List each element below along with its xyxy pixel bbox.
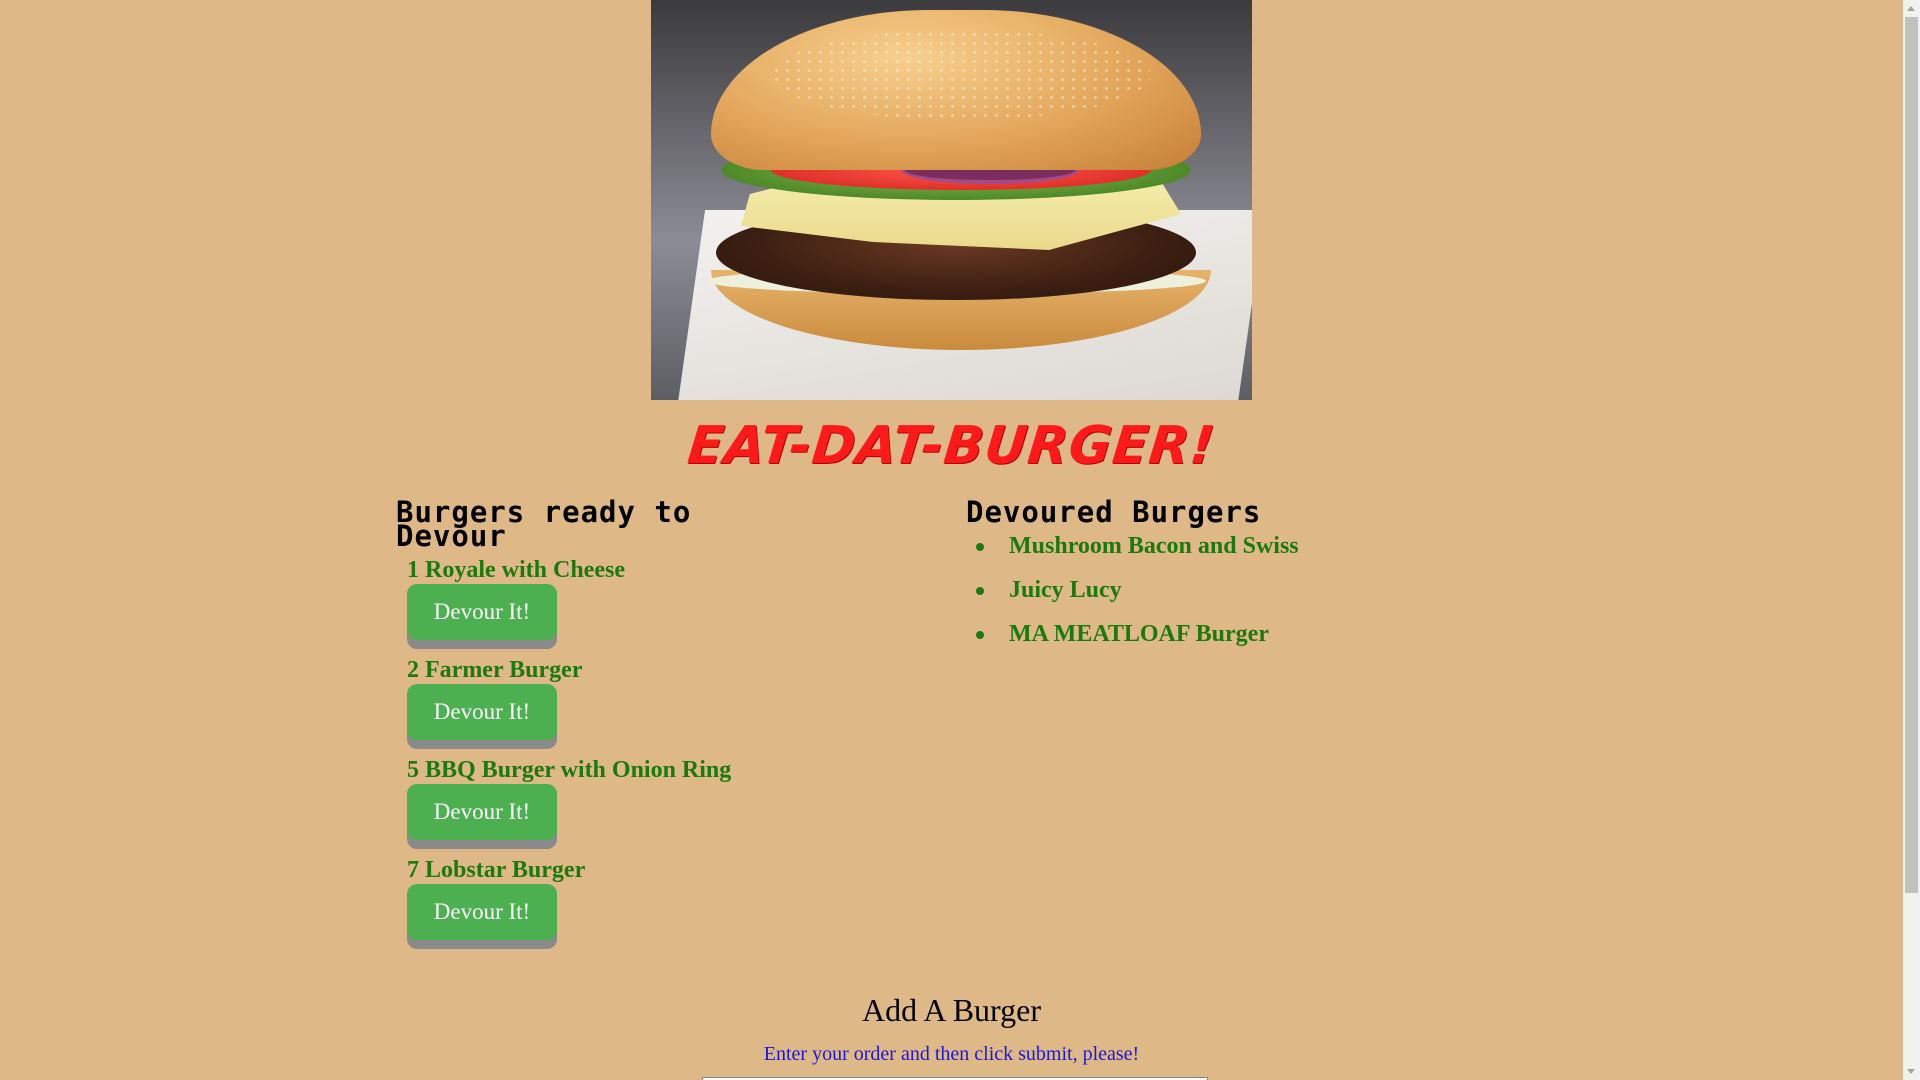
- ready-burger-item: 5 BBQ Burger with Onion Ring Devour It!: [407, 756, 907, 856]
- burger-label: 2 Farmer Burger: [407, 657, 583, 683]
- devour-button[interactable]: Devour It!: [407, 684, 557, 740]
- devour-button[interactable]: Devour It!: [407, 884, 557, 940]
- ready-section-title: Burgers ready to Devour: [396, 495, 692, 553]
- ready-burger-list: 1 Royale with Cheese Devour It! 2 Farmer…: [407, 556, 907, 956]
- devour-button[interactable]: Devour It!: [407, 784, 557, 840]
- ready-burger-item: 1 Royale with Cheese Devour It!: [407, 556, 907, 656]
- bullet-icon: [976, 543, 984, 551]
- ready-burger-item: 2 Farmer Burger Devour It!: [407, 656, 907, 756]
- devoured-burger-item: MA MEATLOAF Burger: [966, 614, 1299, 658]
- devoured-burger-label: Mushroom Bacon and Swiss: [1009, 533, 1299, 559]
- devoured-burger-label: MA MEATLOAF Burger: [1009, 621, 1269, 647]
- scroll-thumb[interactable]: [1905, 17, 1918, 893]
- bullet-icon: [976, 587, 984, 595]
- burger-label: 7 Lobstar Burger: [407, 857, 586, 883]
- burger-label: 5 BBQ Burger with Onion Ring: [407, 757, 732, 783]
- burger-label: 1 Royale with Cheese: [407, 557, 625, 583]
- vertical-scrollbar[interactable]: [1903, 0, 1920, 1080]
- ready-burger-item: 7 Lobstar Burger Devour It!: [407, 856, 907, 956]
- page: EAT-DAT-BURGER! Burgers ready to Devour …: [0, 0, 1903, 1080]
- devoured-burger-list: Mushroom Bacon and Swiss Juicy Lucy MA M…: [966, 526, 1299, 658]
- devoured-burger-item: Mushroom Bacon and Swiss: [966, 526, 1299, 570]
- devoured-burger-item: Juicy Lucy: [966, 570, 1299, 614]
- devour-button[interactable]: Devour It!: [407, 584, 557, 640]
- devoured-burger-label: Juicy Lucy: [1009, 577, 1122, 603]
- page-title: EAT-DAT-BURGER!: [684, 416, 1219, 476]
- scroll-down-arrow-icon[interactable]: [1907, 1069, 1915, 1074]
- add-burger-help-text: Enter your order and then click submit, …: [763, 1043, 1140, 1065]
- add-burger-title: Add A Burger: [862, 992, 1041, 1028]
- burger-photo: [651, 0, 1252, 400]
- bullet-icon: [976, 631, 984, 639]
- scroll-up-arrow-icon[interactable]: [1907, 6, 1915, 11]
- devoured-section-title: Devoured Burgers: [966, 495, 1262, 529]
